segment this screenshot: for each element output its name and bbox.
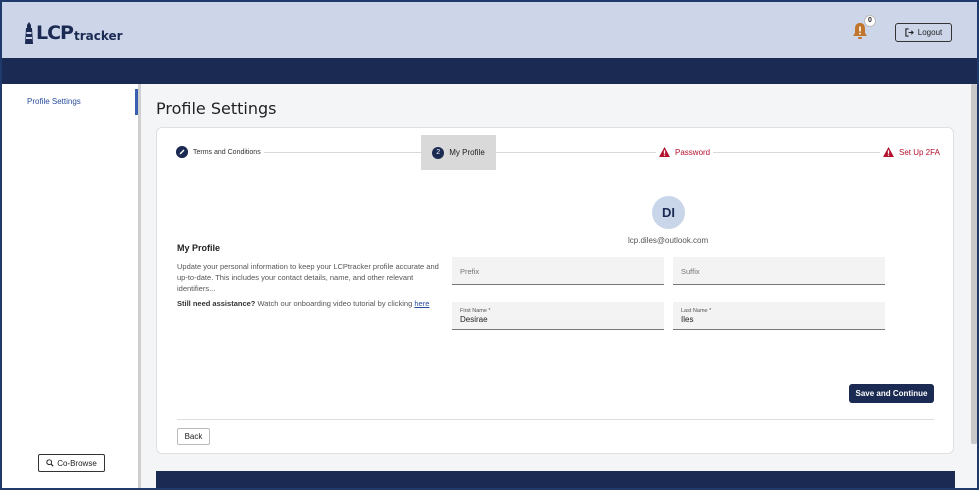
user-email: lcp.diles@outlook.com bbox=[628, 236, 709, 245]
step-label: Set Up 2FA bbox=[899, 147, 940, 157]
logout-label: Logout bbox=[917, 28, 943, 37]
last-name-label: Last Name * bbox=[681, 308, 712, 314]
cobrowse-icon bbox=[46, 459, 54, 467]
cobrowse-button[interactable]: Co-Browse bbox=[38, 454, 105, 472]
suffix-placeholder: Suffix bbox=[681, 267, 700, 276]
sidebar-item-label: Profile Settings bbox=[27, 97, 81, 106]
sidebar-item-profile-settings[interactable]: Profile Settings bbox=[2, 89, 138, 115]
first-name-value: Desirae bbox=[460, 315, 488, 324]
last-name-value: Iles bbox=[681, 315, 694, 324]
divider bbox=[177, 419, 934, 420]
stepper-line bbox=[262, 152, 882, 153]
edit-pencil-icon bbox=[176, 146, 188, 158]
cobrowse-label: Co-Browse bbox=[57, 458, 97, 468]
step-terms-and-conditions[interactable]: Terms and Conditions bbox=[176, 146, 264, 158]
step-label: Password bbox=[675, 147, 711, 157]
main-scrollbar[interactable] bbox=[971, 84, 977, 444]
logo-tracker-text: tracker bbox=[73, 29, 123, 43]
lcptracker-logo[interactable]: LCP tracker bbox=[24, 18, 123, 44]
logo-lcp-text: LCP bbox=[36, 22, 74, 44]
warning-icon bbox=[659, 147, 670, 157]
step-label: Terms and Conditions bbox=[193, 148, 261, 156]
sidebar: Profile Settings Co-Browse bbox=[2, 84, 140, 488]
sidebar-scrollbar[interactable] bbox=[138, 84, 141, 488]
app-window: LCP tracker 0 Logout Profile Settings Co… bbox=[0, 0, 979, 490]
suffix-field[interactable]: Suffix bbox=[673, 257, 885, 285]
step-my-profile[interactable]: 2 My Profile bbox=[421, 135, 496, 170]
step-number: 2 bbox=[432, 146, 445, 159]
section-title: My Profile bbox=[177, 243, 221, 253]
prefix-field[interactable]: Prefix bbox=[452, 257, 664, 285]
footer-band bbox=[156, 471, 955, 488]
section-description: Update your personal information to keep… bbox=[177, 262, 439, 293]
first-name-label: First Name * bbox=[460, 308, 491, 314]
first-name-field[interactable]: First Name * Desirae bbox=[452, 302, 664, 330]
logout-icon bbox=[905, 28, 914, 37]
assistance-body: Watch our onboarding video tutorial by c… bbox=[255, 299, 415, 308]
avatar: DI bbox=[652, 196, 685, 229]
warning-icon bbox=[883, 147, 894, 157]
assistance-text: Still need assistance? Watch our onboard… bbox=[177, 298, 442, 309]
last-name-field[interactable]: Last Name * Iles bbox=[673, 302, 885, 330]
step-password[interactable]: Password bbox=[656, 147, 714, 157]
prefix-placeholder: Prefix bbox=[460, 267, 480, 276]
logout-button[interactable]: Logout bbox=[895, 23, 952, 42]
top-header: LCP tracker 0 Logout bbox=[2, 2, 977, 58]
save-and-continue-button[interactable]: Save and Continue bbox=[849, 384, 934, 403]
step-set-up-2fa[interactable]: Set Up 2FA bbox=[880, 147, 943, 157]
assistance-bold: Still need assistance? bbox=[177, 299, 256, 308]
navigation-band bbox=[2, 58, 977, 84]
lighthouse-icon bbox=[25, 22, 33, 44]
notification-count-badge: 0 bbox=[864, 15, 876, 27]
back-button[interactable]: Back bbox=[177, 428, 210, 445]
tutorial-link[interactable]: here bbox=[414, 299, 429, 308]
step-label: My Profile bbox=[449, 148, 485, 157]
page-title: Profile Settings bbox=[156, 99, 277, 118]
